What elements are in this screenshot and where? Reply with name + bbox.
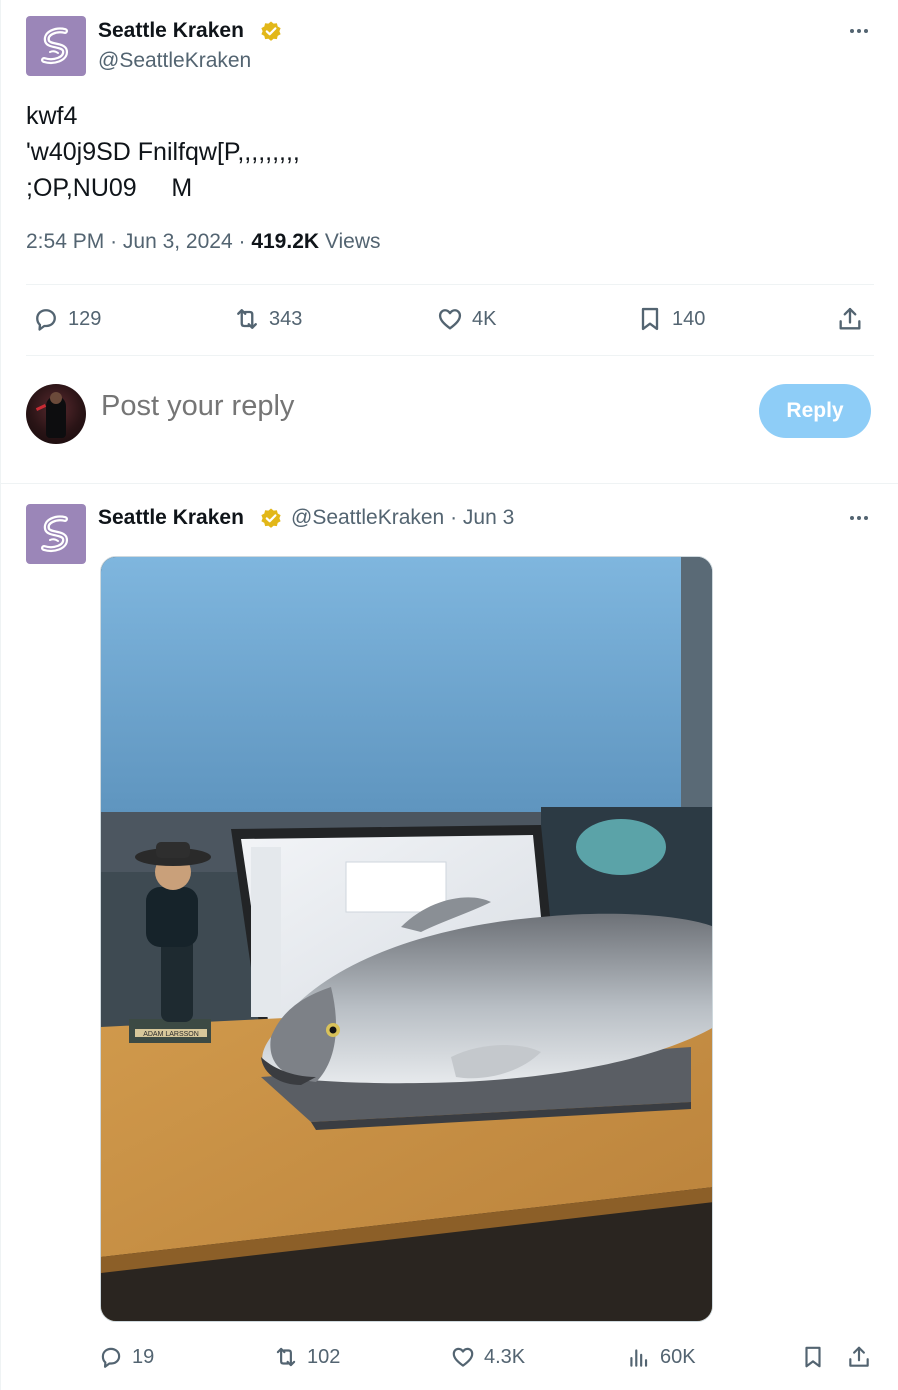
divider-top xyxy=(26,284,874,285)
quoted-feed-tweet[interactable]: Seattle Kraken @SeattleKraken · Jun 3 AD… xyxy=(0,485,898,1390)
more-dot-icon xyxy=(857,516,861,520)
meta-separator: · xyxy=(110,230,123,253)
tweet-meta: 2:54 PM · Jun 3, 2024 · 419.2K Views xyxy=(26,230,381,254)
kraken-logo-icon xyxy=(41,515,68,552)
views-count[interactable]: 419.2K xyxy=(251,230,319,253)
views-bar-chart-icon xyxy=(630,1349,648,1367)
share-icon xyxy=(849,1346,869,1367)
views-count: 60K xyxy=(660,1345,696,1368)
reply-input[interactable] xyxy=(101,390,731,423)
tweet-text: kwf4 'w40j9SD Fnilfqw[P,,,,,,,,, ;OP,NU0… xyxy=(26,102,300,202)
heart-icon xyxy=(452,1347,474,1367)
meta-separator: · xyxy=(238,230,252,253)
avatar-accent xyxy=(35,404,47,411)
reply-action[interactable]: 129 xyxy=(32,305,101,333)
author-handle-and-date[interactable]: @SeattleKraken · Jun 3 xyxy=(291,506,514,530)
bookmark-action[interactable]: 140 xyxy=(636,305,705,333)
share-action[interactable] xyxy=(846,1344,872,1370)
bookmark-icon xyxy=(641,307,659,331)
divider-bottom xyxy=(26,355,874,356)
reply-icon xyxy=(36,309,56,331)
verified-badge-icon[interactable] xyxy=(259,20,283,44)
kraken-logo-icon xyxy=(41,27,68,64)
salmon-plush-photo: ADAM LARSSON xyxy=(101,557,712,1321)
heart-icon xyxy=(438,309,462,330)
reply-action[interactable]: 19 xyxy=(98,1344,154,1370)
repost-icon xyxy=(237,309,257,329)
more-dot-icon xyxy=(857,29,861,33)
more-dot-icon xyxy=(864,516,868,520)
main-tweet: Seattle Kraken @SeattleKraken kwf4 'w40j… xyxy=(0,0,898,484)
bookmark-action[interactable] xyxy=(800,1344,826,1370)
author-avatar[interactable] xyxy=(26,504,86,564)
author-name[interactable]: Seattle Kraken xyxy=(98,19,244,43)
reply-count: 19 xyxy=(132,1345,155,1368)
like-count: 4K xyxy=(472,307,497,330)
reply-icon xyxy=(101,1347,121,1368)
more-dot-icon xyxy=(864,29,868,33)
more-dot-icon xyxy=(850,516,854,520)
tweet-date[interactable]: Jun 3, 2024 xyxy=(123,230,233,253)
share-icon xyxy=(839,307,861,330)
more-options-button[interactable] xyxy=(844,21,874,41)
repost-action[interactable]: 102 xyxy=(273,1344,340,1370)
like-action[interactable]: 4.3K xyxy=(450,1344,525,1370)
repost-action[interactable]: 343 xyxy=(233,305,302,333)
reply-button[interactable]: Reply xyxy=(759,384,871,438)
like-count: 4.3K xyxy=(484,1345,526,1368)
tweet-photo[interactable]: ADAM LARSSON xyxy=(100,556,713,1322)
avatar-head xyxy=(50,392,62,404)
tweet-time[interactable]: 2:54 PM xyxy=(26,230,104,253)
more-options-button[interactable] xyxy=(844,508,874,528)
current-user-avatar[interactable] xyxy=(26,384,86,444)
like-action[interactable]: 4K xyxy=(436,305,496,333)
repost-icon xyxy=(276,1347,296,1367)
author-avatar[interactable] xyxy=(26,16,86,76)
repost-count: 343 xyxy=(269,307,303,330)
views-action[interactable]: 60K xyxy=(626,1344,696,1370)
author-handle[interactable]: @SeattleKraken xyxy=(98,49,251,73)
repost-count: 102 xyxy=(307,1345,341,1368)
bookmark-icon xyxy=(805,1346,821,1368)
bobblehead-label: ADAM LARSSON xyxy=(143,1031,199,1038)
views-label: Views xyxy=(324,230,381,253)
reply-count: 129 xyxy=(68,307,102,330)
author-name[interactable]: Seattle Kraken xyxy=(98,506,244,530)
verified-badge-icon[interactable] xyxy=(259,507,283,531)
share-action[interactable] xyxy=(836,305,864,333)
bookmark-count: 140 xyxy=(672,307,706,330)
more-dot-icon xyxy=(850,29,854,33)
